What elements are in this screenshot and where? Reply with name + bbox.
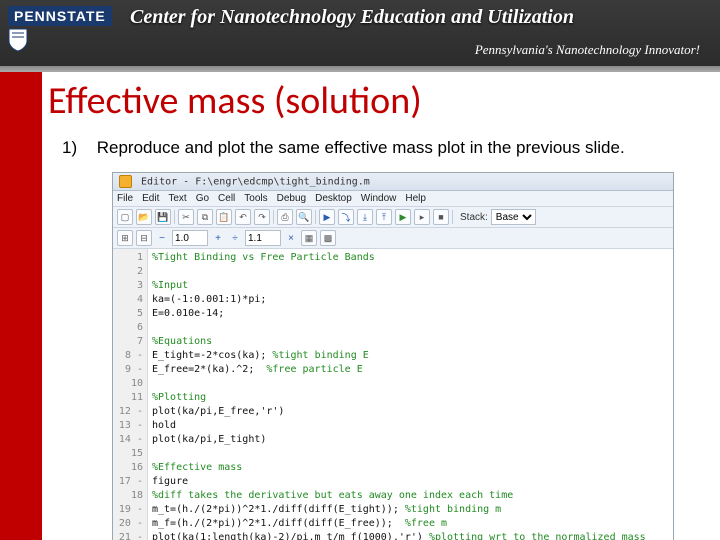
find-icon[interactable]: 🔍 <box>296 209 312 225</box>
step-input[interactable] <box>245 230 281 246</box>
menu-text[interactable]: Text <box>168 193 186 204</box>
step-icon[interactable]: ⤵ <box>338 209 354 225</box>
item-number: 1) <box>62 138 92 158</box>
list-item: 1) Reproduce and plot the same effective… <box>42 138 720 158</box>
stack-select[interactable]: Base <box>491 209 536 225</box>
cut-icon[interactable]: ✂ <box>178 209 194 225</box>
decrement-icon[interactable]: − <box>155 231 169 245</box>
menu-desktop[interactable]: Desktop <box>315 193 352 204</box>
editor-app-icon <box>119 175 132 188</box>
menu-file[interactable]: File <box>117 193 133 204</box>
center-title: Center for Nanotechnology Education and … <box>130 6 574 29</box>
pennstate-logo: PENNSTATE <box>8 6 108 57</box>
item-text: Reproduce and plot the same effective ma… <box>97 138 657 158</box>
code-area[interactable]: 12345678 -9 -101112 -13 -14 -151617 -181… <box>113 249 673 540</box>
logo-text: PENNSTATE <box>8 6 112 26</box>
menu-edit[interactable]: Edit <box>142 193 159 204</box>
run-icon[interactable]: ▶ <box>395 209 411 225</box>
shield-icon <box>8 28 28 52</box>
editor-toolbar: ▢ 📂 💾 ✂ ⧉ 📋 ↶ ↷ ⎙ 🔍 ▶ ⤵ ⤓ ⤒ ▶ ▸ ■ <box>113 207 673 228</box>
content-area: Effective mass (solution) 1) Reproduce a… <box>42 72 720 540</box>
redo-icon[interactable]: ↷ <box>254 209 270 225</box>
cell-plus-icon[interactable]: ⊞ <box>117 230 133 246</box>
increment-icon[interactable]: + <box>211 231 225 245</box>
step-out-icon[interactable]: ⤒ <box>376 209 392 225</box>
print-icon[interactable]: ⎙ <box>277 209 293 225</box>
multiply-icon[interactable]: × <box>284 231 298 245</box>
step-in-icon[interactable]: ⤓ <box>357 209 373 225</box>
save-icon[interactable]: 💾 <box>155 209 171 225</box>
menu-go[interactable]: Go <box>196 193 209 204</box>
separator <box>273 210 274 224</box>
cell-minus-icon[interactable]: ⊟ <box>136 230 152 246</box>
undo-icon[interactable]: ↶ <box>235 209 251 225</box>
menu-help[interactable]: Help <box>405 193 426 204</box>
menu-cell[interactable]: Cell <box>218 193 235 204</box>
left-accent-bar <box>0 72 42 540</box>
slide-title: Effective mass (solution) <box>42 72 720 138</box>
eval-cell-icon[interactable]: ▦ <box>301 230 317 246</box>
copy-icon[interactable]: ⧉ <box>197 209 213 225</box>
eval-advance-icon[interactable]: ▩ <box>320 230 336 246</box>
menu-window[interactable]: Window <box>361 193 397 204</box>
menu-tools[interactable]: Tools <box>244 193 267 204</box>
new-file-icon[interactable]: ▢ <box>117 209 133 225</box>
editor-titlebar: Editor - F:\engr\edcmp\tight_binding.m <box>113 173 673 191</box>
editor-cell-toolbar: ⊞ ⊟ − + ÷ × ▦ ▩ <box>113 228 673 249</box>
set-breakpoint-icon[interactable]: ▶ <box>319 209 335 225</box>
menu-debug[interactable]: Debug <box>277 193 306 204</box>
editor-menubar[interactable]: File Edit Text Go Cell Tools Debug Desktop Windo… <box>113 191 673 207</box>
separator <box>315 210 316 224</box>
stack-label: Stack: <box>460 212 488 223</box>
matlab-editor-window: Editor - F:\engr\edcmp\tight_binding.m F… <box>112 172 674 540</box>
separator <box>174 210 175 224</box>
divide-icon[interactable]: ÷ <box>228 231 242 245</box>
editor-title-text: Editor - F:\engr\edcmp\tight_binding.m <box>141 177 370 188</box>
header-banner: PENNSTATE Center for Nanotechnology Educ… <box>0 0 720 72</box>
slide: PENNSTATE Center for Nanotechnology Educ… <box>0 0 720 540</box>
goto-input[interactable] <box>172 230 208 246</box>
separator <box>452 210 453 224</box>
stop-icon[interactable]: ■ <box>433 209 449 225</box>
paste-icon[interactable]: 📋 <box>216 209 232 225</box>
tagline: Pennsylvania's Nanotechnology Innovator! <box>475 42 700 58</box>
code-text[interactable]: %Tight Binding vs Free Particle Bands%In… <box>148 249 673 540</box>
open-file-icon[interactable]: 📂 <box>136 209 152 225</box>
line-gutter: 12345678 -9 -101112 -13 -14 -151617 -181… <box>113 249 148 540</box>
run-section-icon[interactable]: ▸ <box>414 209 430 225</box>
